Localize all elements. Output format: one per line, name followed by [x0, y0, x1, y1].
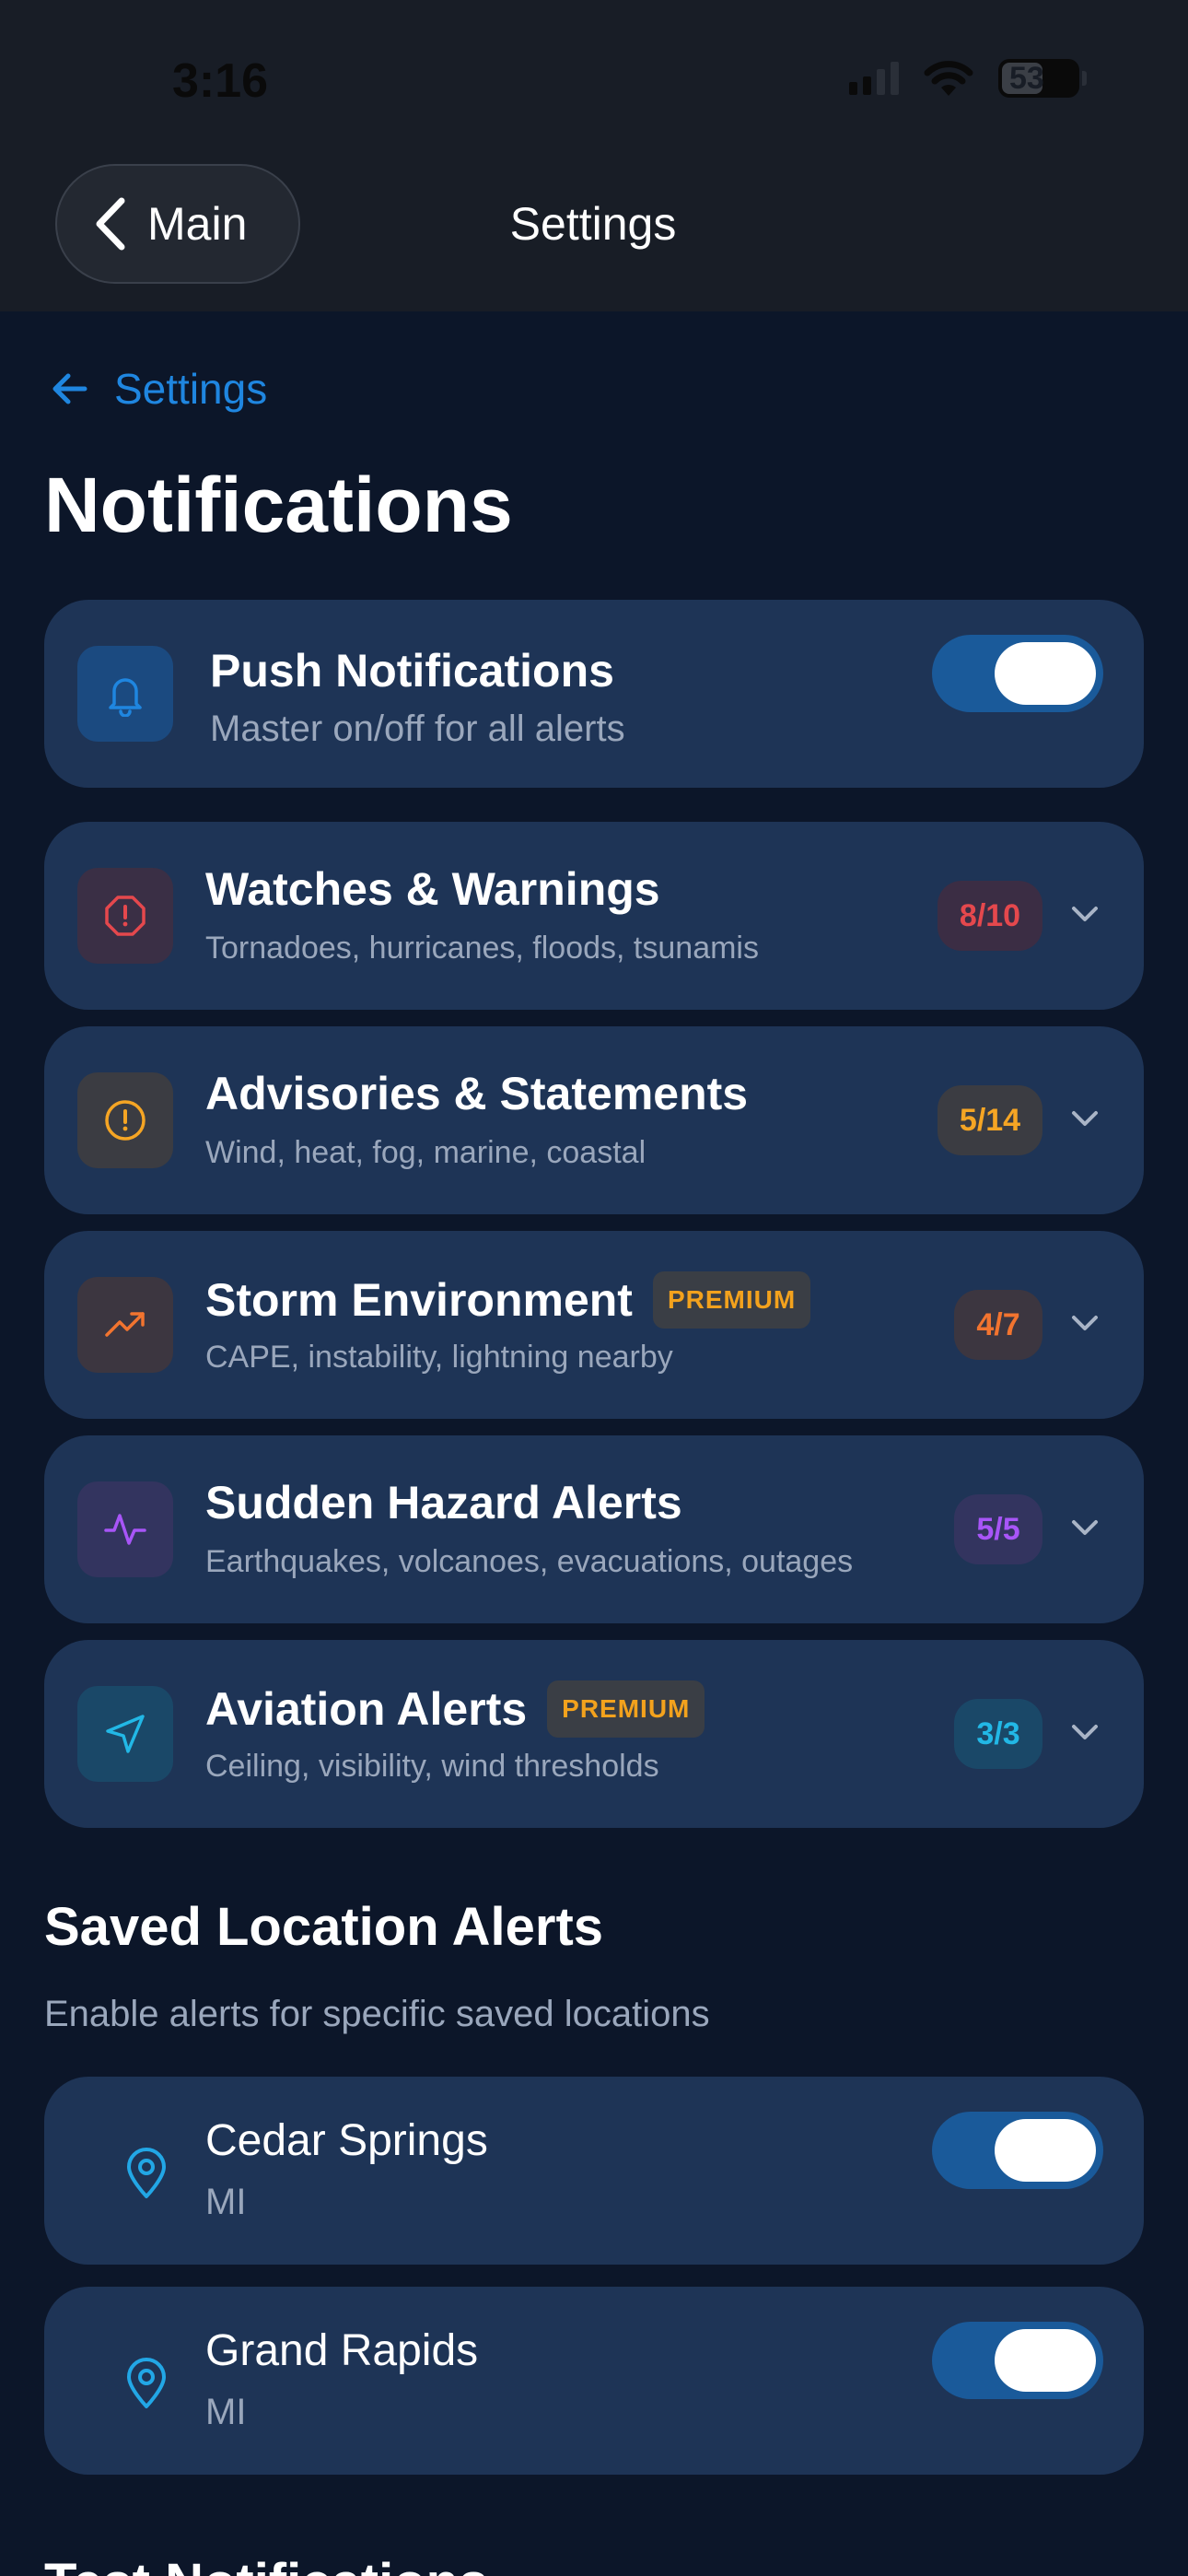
category-title: Storm Environment PREMIUM	[205, 1271, 811, 1329]
page-title: Notifications	[44, 462, 513, 548]
location-name: Grand Rapids	[205, 2326, 479, 2375]
map-pin-icon	[127, 2148, 166, 2198]
section-title-saved-locations: Saved Location Alerts	[44, 1897, 604, 1957]
push-notifications-toggle[interactable]	[932, 635, 1103, 712]
category-card-advisories-statements[interactable]: Advisories & Statements Wind, heat, fog,…	[44, 1026, 1144, 1214]
bell-icon	[109, 678, 142, 717]
category-card-storm-environment[interactable]: Storm Environment PREMIUM CAPE, instabil…	[44, 1231, 1144, 1419]
location-state: MI	[205, 2182, 247, 2222]
chevron-down-icon[interactable]	[1066, 1509, 1103, 1546]
count-badge: 3/3	[954, 1699, 1042, 1769]
location-state: MI	[205, 2392, 247, 2432]
category-subtitle: Ceiling, visibility, wind thresholds	[205, 1749, 659, 1784]
activity-icon	[104, 1514, 146, 1545]
chevron-down-icon[interactable]	[1066, 1100, 1103, 1137]
category-title: Watches & Warnings	[205, 863, 660, 915]
toggle-knob	[995, 642, 1096, 705]
count-badge: 4/7	[954, 1290, 1042, 1360]
category-title: Sudden Hazard Alerts	[205, 1477, 682, 1528]
push-subtitle: Master on/off for all alerts	[210, 708, 625, 749]
top-bar: 3:16 53 Main Settings	[0, 0, 1188, 311]
wifi-icon	[924, 61, 973, 96]
status-icons: 53	[849, 59, 1087, 98]
arrow-left-icon	[52, 373, 87, 404]
section-title-test-notifications: Test Notifications	[44, 2552, 488, 2576]
push-title: Push Notifications	[210, 645, 614, 697]
count-badge: 5/14	[938, 1085, 1042, 1155]
category-subtitle: CAPE, instability, lightning nearby	[205, 1340, 673, 1375]
push-notifications-card: Push Notifications Master on/off for all…	[44, 600, 1144, 788]
category-title: Aviation Alerts PREMIUM	[205, 1680, 705, 1738]
circle-alert-icon-tile	[77, 1072, 173, 1168]
category-subtitle: Tornadoes, hurricanes, floods, tsunamis	[205, 931, 759, 966]
cellular-signal-icon	[849, 62, 899, 95]
category-subtitle: Wind, heat, fog, marine, coastal	[205, 1135, 646, 1170]
trending-up-icon-tile	[77, 1277, 173, 1373]
location-name: Cedar Springs	[205, 2116, 488, 2165]
battery-icon: 53	[998, 59, 1087, 98]
category-subtitle: Earthquakes, volcanoes, evacuations, out…	[205, 1544, 854, 1579]
category-card-watches-warnings[interactable]: Watches & Warnings Tornadoes, hurricanes…	[44, 822, 1144, 1010]
status-time: 3:16	[172, 54, 269, 108]
navigation-icon	[106, 1715, 145, 1753]
toggle-knob	[995, 2119, 1096, 2182]
breadcrumb-label: Settings	[114, 365, 268, 413]
category-title: Advisories & Statements	[205, 1068, 749, 1119]
activity-icon-tile	[77, 1481, 173, 1577]
bell-icon-tile	[77, 646, 173, 742]
breadcrumb-settings-link[interactable]: Settings	[48, 364, 267, 414]
premium-badge: PREMIUM	[547, 1680, 705, 1738]
count-badge: 5/5	[954, 1494, 1042, 1564]
circle-alert-icon	[105, 1100, 146, 1141]
map-pin-icon	[127, 2358, 166, 2408]
chevron-down-icon[interactable]	[1066, 1305, 1103, 1341]
location-alert-toggle[interactable]	[932, 2112, 1103, 2189]
premium-badge: PREMIUM	[652, 1271, 811, 1329]
count-badge: 8/10	[938, 881, 1042, 951]
octagon-alert-icon	[105, 896, 146, 936]
location-card-grand-rapids: Grand Rapids MI	[44, 2287, 1144, 2475]
category-card-aviation-alerts[interactable]: Aviation Alerts PREMIUM Ceiling, visibil…	[44, 1640, 1144, 1828]
chevron-down-icon[interactable]	[1066, 1714, 1103, 1751]
nav-title: Settings	[509, 198, 677, 250]
category-card-sudden-hazard-alerts[interactable]: Sudden Hazard Alerts Earthquakes, volcan…	[44, 1435, 1144, 1623]
navigation-icon-tile	[77, 1686, 173, 1782]
octagon-icon-tile	[77, 868, 173, 964]
chevron-down-icon[interactable]	[1066, 896, 1103, 932]
battery-level: 53	[1009, 60, 1044, 96]
trending-up-icon	[105, 1312, 145, 1337]
toggle-knob	[995, 2329, 1096, 2392]
location-card-cedar-springs: Cedar Springs MI	[44, 2077, 1144, 2265]
location-alert-toggle[interactable]	[932, 2322, 1103, 2399]
section-subtitle-saved-locations: Enable alerts for specific saved locatio…	[44, 1994, 710, 2034]
